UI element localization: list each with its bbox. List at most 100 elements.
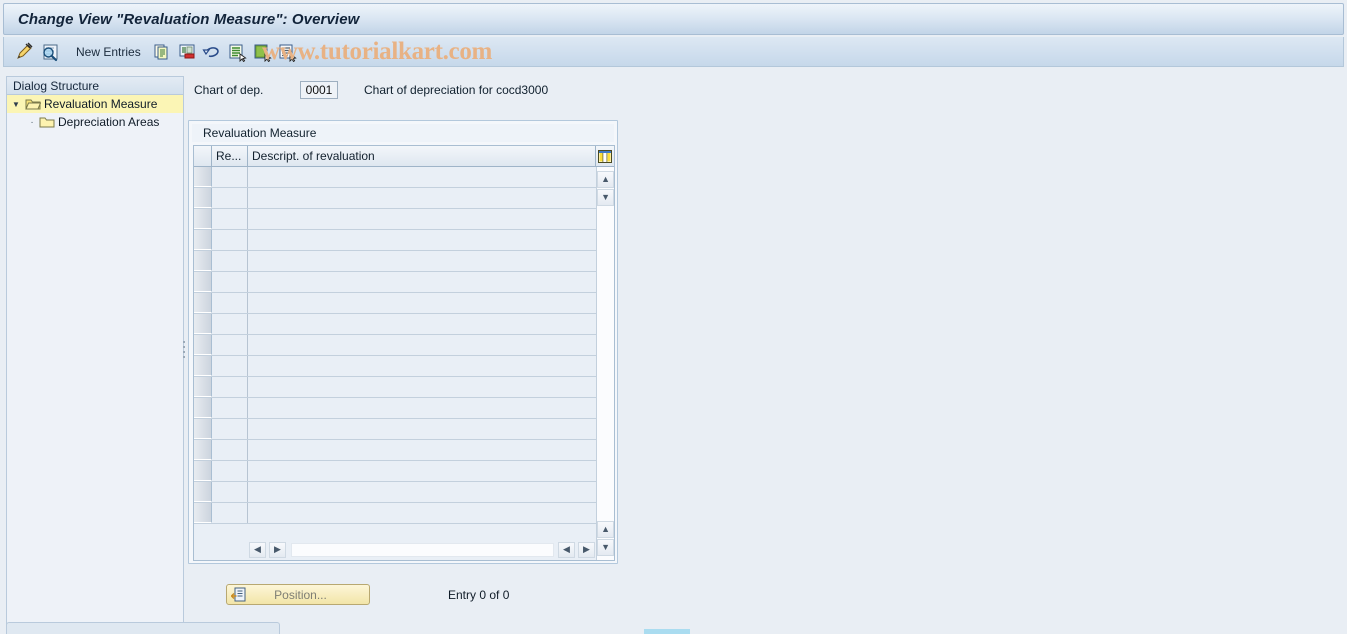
vertical-scrollbar[interactable]: ▲ ▼ ▲ ▼ xyxy=(596,167,614,560)
panel-splitter-handle[interactable] xyxy=(181,338,187,358)
chart-of-dep-input[interactable] xyxy=(300,81,338,99)
row-selector-cell[interactable] xyxy=(194,167,212,187)
check-entries-icon[interactable] xyxy=(39,41,61,63)
sidebar-item-label: Revaluation Measure xyxy=(44,97,158,111)
display-change-icon[interactable] xyxy=(14,41,36,63)
deselect-all-icon[interactable] xyxy=(251,41,273,63)
row-selector-cell[interactable] xyxy=(194,356,212,376)
cell-descript[interactable] xyxy=(248,482,596,502)
cell-re[interactable] xyxy=(212,230,248,250)
row-selector-cell[interactable] xyxy=(194,209,212,229)
scroll-page-down-button[interactable]: ▼ xyxy=(597,189,614,206)
scroll-down-button[interactable]: ▼ xyxy=(597,539,614,556)
table-row[interactable] xyxy=(194,335,597,356)
cell-re[interactable] xyxy=(212,482,248,502)
row-selector-cell[interactable] xyxy=(194,503,212,523)
scroll-up-button[interactable]: ▲ xyxy=(597,171,614,188)
grid-header-descript[interactable]: Descript. of revaluation xyxy=(248,146,596,166)
delete-icon[interactable] xyxy=(176,41,198,63)
table-row[interactable] xyxy=(194,461,597,482)
cell-re[interactable] xyxy=(212,251,248,271)
table-row[interactable] xyxy=(194,293,597,314)
cell-descript[interactable] xyxy=(248,461,596,481)
row-selector-cell[interactable] xyxy=(194,314,212,334)
copy-as-icon[interactable] xyxy=(151,41,173,63)
row-selector-cell[interactable] xyxy=(194,272,212,292)
table-row[interactable] xyxy=(194,356,597,377)
grid-header-selector[interactable] xyxy=(194,146,212,166)
scroll-page-up-button[interactable]: ▲ xyxy=(597,521,614,538)
table-row[interactable] xyxy=(194,251,597,272)
table-row[interactable] xyxy=(194,419,597,440)
scroll-last-column-button[interactable]: ▶ xyxy=(578,541,595,558)
cell-descript[interactable] xyxy=(248,293,596,313)
cell-re[interactable] xyxy=(212,398,248,418)
row-selector-cell[interactable] xyxy=(194,251,212,271)
row-selector-cell[interactable] xyxy=(194,482,212,502)
select-all-icon[interactable] xyxy=(226,41,248,63)
cell-re[interactable] xyxy=(212,419,248,439)
row-selector-cell[interactable] xyxy=(194,398,212,418)
cell-descript[interactable] xyxy=(248,230,596,250)
row-selector-cell[interactable] xyxy=(194,293,212,313)
table-row[interactable] xyxy=(194,272,597,293)
cell-re[interactable] xyxy=(212,440,248,460)
cell-descript[interactable] xyxy=(248,503,596,523)
cell-re[interactable] xyxy=(212,293,248,313)
undo-icon[interactable] xyxy=(201,41,223,63)
cell-re[interactable] xyxy=(212,167,248,187)
cell-descript[interactable] xyxy=(248,209,596,229)
cell-re[interactable] xyxy=(212,356,248,376)
table-row[interactable] xyxy=(194,482,597,503)
sidebar-item-depreciation-areas[interactable]: · Depreciation Areas xyxy=(7,113,183,131)
scroll-first-column-button[interactable]: ◀ xyxy=(558,541,575,558)
cell-descript[interactable] xyxy=(248,188,596,208)
cell-descript[interactable] xyxy=(248,167,596,187)
table-row[interactable] xyxy=(194,188,597,209)
cell-descript[interactable] xyxy=(248,356,596,376)
cell-re[interactable] xyxy=(212,503,248,523)
row-selector-cell[interactable] xyxy=(194,377,212,397)
horizontal-scrollbar[interactable]: ◀ ▶ ◀ ▶ xyxy=(194,539,597,560)
select-block-icon[interactable] xyxy=(276,41,298,63)
table-row[interactable] xyxy=(194,440,597,461)
cell-re[interactable] xyxy=(212,272,248,292)
row-selector-cell[interactable] xyxy=(194,440,212,460)
cell-re[interactable] xyxy=(212,314,248,334)
cell-descript[interactable] xyxy=(248,440,596,460)
cell-descript[interactable] xyxy=(248,272,596,292)
cell-descript[interactable] xyxy=(248,398,596,418)
table-row[interactable] xyxy=(194,377,597,398)
chevron-down-icon[interactable]: ▼ xyxy=(7,100,25,109)
table-row[interactable] xyxy=(194,503,597,524)
row-selector-cell[interactable] xyxy=(194,335,212,355)
table-settings-icon[interactable] xyxy=(596,146,614,166)
cell-descript[interactable] xyxy=(248,419,596,439)
cell-re[interactable] xyxy=(212,209,248,229)
table-row[interactable] xyxy=(194,398,597,419)
table-row[interactable] xyxy=(194,167,597,188)
row-selector-cell[interactable] xyxy=(194,461,212,481)
table-row[interactable] xyxy=(194,230,597,251)
horizontal-scroll-track[interactable] xyxy=(291,542,554,557)
table-row[interactable] xyxy=(194,209,597,230)
cell-descript[interactable] xyxy=(248,377,596,397)
row-selector-cell[interactable] xyxy=(194,419,212,439)
position-button[interactable]: Position... xyxy=(226,584,370,605)
new-entries-button[interactable]: New Entries xyxy=(64,41,151,63)
cell-re[interactable] xyxy=(212,461,248,481)
bullet-icon: · xyxy=(30,116,34,128)
row-selector-cell[interactable] xyxy=(194,188,212,208)
cell-re[interactable] xyxy=(212,335,248,355)
cell-descript[interactable] xyxy=(248,314,596,334)
cell-re[interactable] xyxy=(212,377,248,397)
scroll-right-button[interactable]: ▶ xyxy=(269,541,286,558)
cell-descript[interactable] xyxy=(248,251,596,271)
table-row[interactable] xyxy=(194,314,597,335)
grid-header-re[interactable]: Re... xyxy=(212,146,248,166)
scroll-left-button[interactable]: ◀ xyxy=(249,541,266,558)
cell-re[interactable] xyxy=(212,188,248,208)
cell-descript[interactable] xyxy=(248,335,596,355)
row-selector-cell[interactable] xyxy=(194,230,212,250)
sidebar-item-revaluation-measure[interactable]: ▼ Revaluation Measure xyxy=(7,95,183,113)
